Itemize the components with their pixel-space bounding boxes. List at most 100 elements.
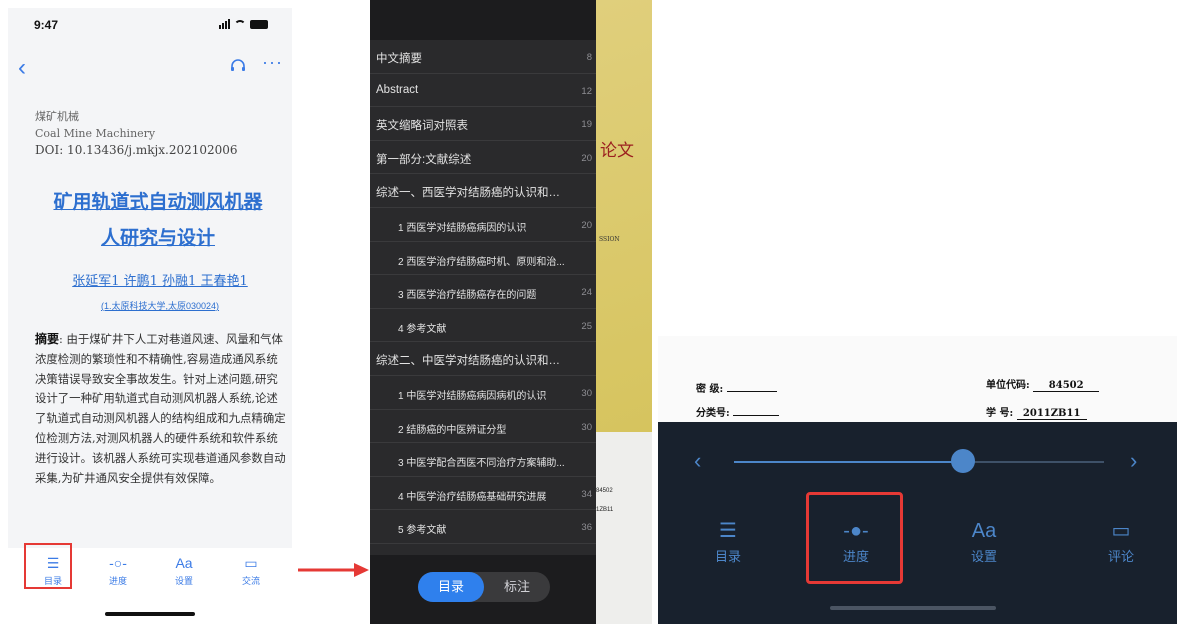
journal-name-en: Coal Mine Machinery — [35, 127, 156, 140]
progress-slider-knob[interactable] — [951, 449, 976, 473]
list-icon: ☰ — [719, 520, 737, 542]
prev-chapter-icon[interactable]: ‹ — [694, 448, 701, 474]
home-indicator — [105, 612, 195, 616]
tab-toc-dark-label: 目录 — [714, 549, 741, 564]
thesis-cover-page: 论文 SSION — [596, 0, 652, 432]
toc-item[interactable]: 4 参考文献 25 — [370, 309, 596, 343]
toc-item[interactable]: 4 中医学治疗结肠癌基础研究进展 34 — [370, 477, 596, 511]
comment-icon: ▭ — [244, 555, 258, 571]
toc-item[interactable]: 1 西医学对结肠癌病因的认识 20 — [370, 208, 596, 242]
progress-icon: -○- — [109, 555, 127, 571]
toc-item-page: 24 — [581, 287, 592, 299]
classification-blank — [733, 415, 780, 416]
secret-level-field: 密 级: — [696, 380, 777, 395]
toc-item-page: 30 — [581, 387, 592, 399]
toc-header — [370, 0, 596, 40]
unit-code-field: 单位代码: 84502 — [986, 376, 1100, 392]
tab-progress-label: 进度 — [108, 576, 127, 586]
toc-item-page: 34 — [581, 488, 592, 500]
tab-settings[interactable]: Aa 设置 — [159, 554, 209, 587]
signal-icon — [219, 19, 230, 29]
abstract-label: 摘要 — [35, 332, 60, 346]
toc-item[interactable]: 1 中医学对结肠癌病因病机的认识 30 — [370, 376, 596, 410]
article-title[interactable]: 矿用轨道式自动测风机器 人研究与设计 — [38, 184, 278, 256]
battery-icon — [250, 19, 268, 29]
toc-item-title: 4 参考文献 — [398, 323, 447, 335]
tab-settings-dark-label: 设置 — [970, 549, 997, 564]
status-icons — [219, 19, 268, 29]
article-affiliation[interactable]: (1.太原科技大学,太原030024) — [35, 299, 285, 312]
comment-icon: ▭ — [1111, 520, 1131, 542]
toc-item-title: 综述二、中医学对结肠癌的认识和治... — [376, 355, 566, 368]
toc-item[interactable]: 3 西医学治疗结肠癌存在的问题 24 — [370, 275, 596, 309]
secret-level-label: 密 级: — [696, 384, 724, 395]
tab-settings-dark[interactable]: Aa 设置 — [954, 518, 1014, 565]
tab-settings-label: 设置 — [174, 576, 193, 586]
highlight-box-progress — [806, 492, 903, 584]
reader-landscape-screen: 密 级: 单位代码: 84502 分类号: 学 号: 2011ZB11 ‹ › … — [658, 336, 1177, 624]
font-settings-icon: Aa — [175, 555, 193, 571]
article-abstract: 摘要: 由于煤矿井下人工对巷道风速、风量和气体浓度检测的繁琐性和不精确性,容易造… — [35, 330, 287, 488]
classification-label: 分类号: — [696, 408, 730, 419]
next-chapter-icon[interactable]: › — [1130, 448, 1137, 474]
toc-item-title: 1 西医学对结肠癌病因的认识 — [398, 222, 527, 234]
nav-bar: ‹ ··· — [8, 48, 292, 92]
cover-subtitle-fragment: SSION — [599, 236, 620, 243]
student-id-label: 学 号: — [986, 408, 1014, 419]
toc-item-title: Abstract — [376, 83, 419, 96]
toc-item[interactable]: 5 参考文献 36 — [370, 510, 596, 544]
segment-toc[interactable]: 目录 — [418, 572, 484, 602]
article-authors[interactable]: 张延军1 许鹏1 孙融1 王春艳1 — [35, 270, 285, 289]
tab-toc-dark[interactable]: ☰ 目录 — [698, 518, 758, 565]
toc-item[interactable]: 2 西医学治疗结肠癌时机、原则和治... — [370, 242, 596, 276]
status-time: 9:47 — [34, 18, 59, 32]
toc-item[interactable]: 3 中医学配合西医不同治疗方案辅助... — [370, 443, 596, 477]
toc-item-title: 3 西医学治疗结肠癌存在的问题 — [398, 290, 537, 302]
font-settings-icon: Aa — [971, 520, 997, 542]
toc-item[interactable]: 2 结肠癌的中医辨证分型 30 — [370, 410, 596, 444]
thesis-info-page: 84502 1ZB11 — [596, 432, 652, 624]
cover-code-2: 1ZB11 — [596, 507, 614, 513]
abstract-text: : 由于煤矿井下人工对巷道风速、风量和气体浓度检测的繁琐性和不精确性,容易造成通… — [35, 332, 286, 485]
progress-fill — [734, 461, 964, 463]
more-icon[interactable]: ··· — [262, 52, 283, 73]
toc-item-page: 20 — [581, 152, 592, 164]
headphones-icon[interactable] — [230, 58, 246, 72]
unit-code-value: 84502 — [1033, 380, 1100, 392]
toc-item[interactable]: 综述一、西医学对结肠癌的认识和治... — [370, 174, 596, 208]
toc-segmented-control: 目录 标注 — [418, 572, 550, 602]
toc-item[interactable]: 中文摘要 8 — [370, 40, 596, 74]
tab-discuss-label: 交流 — [241, 576, 260, 586]
toc-item[interactable]: Abstract 12 — [370, 74, 596, 108]
toc-list: 中文摘要 8 Abstract 12 英文缩略词对照表 19 第一部分:文献综述 20 综述一、… — [370, 40, 596, 578]
toc-item[interactable]: 第一部分:文献综述 20 — [370, 141, 596, 175]
home-indicator-dark — [830, 606, 996, 610]
toc-item-title: 中文摘要 — [376, 53, 422, 65]
toc-item-page: 25 — [581, 320, 592, 332]
wifi-icon — [234, 19, 246, 29]
toc-item[interactable]: 综述二、中医学对结肠癌的认识和治... — [370, 342, 596, 376]
tab-progress[interactable]: -○- 进度 — [93, 554, 143, 587]
tab-discuss[interactable]: ▭ 交流 — [226, 554, 276, 587]
toc-item[interactable]: 英文缩略词对照表 19 — [370, 107, 596, 141]
toc-item-title: 5 参考文献 — [398, 525, 447, 537]
toc-item-title: 英文缩略词对照表 — [376, 120, 468, 133]
arrow-right-icon — [298, 563, 369, 577]
toc-item-page: 8 — [586, 52, 592, 63]
toc-item-page: 20 — [581, 219, 592, 231]
reader-phone-screen: 9:47 ‹ ··· 煤矿机械 Coal Mine Machinery DOI:… — [8, 8, 292, 624]
toc-item-page: 36 — [581, 522, 592, 534]
student-id-field: 学 号: 2011ZB11 — [986, 404, 1087, 420]
cover-title-fragment: 论文 — [600, 141, 634, 161]
toc-drawer: 中文摘要 8 Abstract 12 英文缩略词对照表 19 第一部分:文献综述 20 综述一、… — [370, 0, 596, 624]
article-header: 煤矿机械 Coal Mine Machinery DOI: 10.13436/j… — [35, 108, 285, 159]
back-icon[interactable]: ‹ — [18, 54, 26, 82]
document-page: 密 级: 单位代码: 84502 分类号: 学 号: 2011ZB11 — [658, 336, 1177, 422]
secret-level-blank — [726, 391, 777, 392]
tab-comments-dark[interactable]: ▭ 评论 — [1091, 518, 1151, 565]
student-id-value: 2011ZB11 — [1016, 408, 1087, 420]
segment-annotations[interactable]: 标注 — [484, 572, 550, 602]
article-title-line1: 矿用轨道式自动测风机器 — [53, 191, 263, 213]
article-doi: DOI: 10.13436/j.mkjx.202102006 — [35, 143, 238, 157]
unit-code-label: 单位代码: — [986, 380, 1030, 391]
